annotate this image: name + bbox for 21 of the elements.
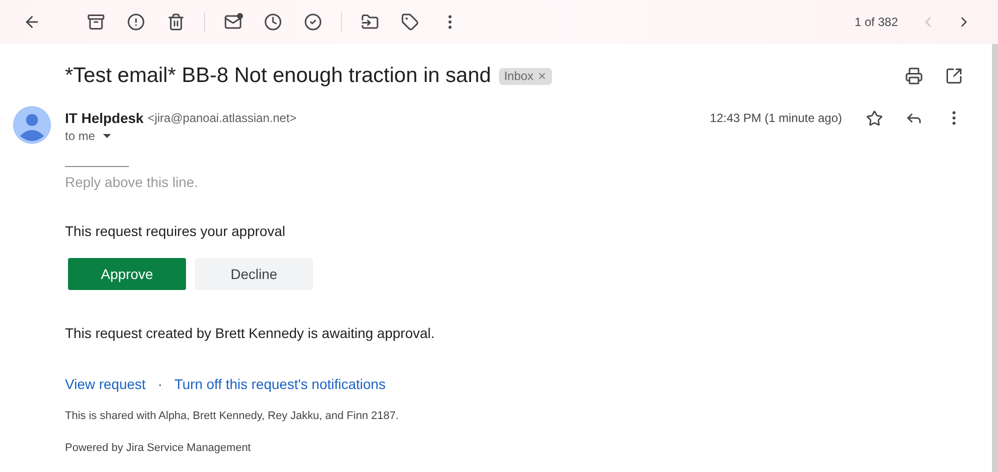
email-time: 12:43 PM (1 minute ago) — [710, 110, 842, 127]
remove-icon[interactable] — [537, 71, 548, 81]
sender-address: <jira@panoai.atlassian.net> — [148, 110, 297, 127]
approve-button[interactable]: Approve — [68, 258, 186, 290]
link-separator: · — [158, 375, 162, 394]
message-counter: 1 of 382 — [854, 14, 898, 31]
footer-note: Powered by Jira Service Management — [65, 440, 252, 456]
notifications-link[interactable]: Turn off this request's notifications — [174, 374, 386, 395]
reply-hint: Reply above this line. — [65, 173, 200, 192]
status-message: This request created by Brett Kennedy is awaiting approval. — [65, 324, 436, 343]
sender-name: IT Helpdesk — [65, 108, 144, 128]
shared-note: This is shared with Alpha, Brett Kennedy, Rey Jakku, and Finn 2187. — [65, 409, 400, 424]
email-subject: *Test email* BB-8 Not enough traction in sand — [65, 63, 492, 90]
avatar-icon — [13, 106, 51, 144]
decline-button[interactable]: Decline — [195, 258, 313, 290]
approval-prompt: This request requires your approval — [65, 222, 286, 241]
caret-icon — [103, 134, 112, 138]
recipient-dropdown[interactable]: to me — [65, 128, 112, 144]
view-request-link[interactable]: View request — [65, 374, 146, 395]
scrollbar[interactable] — [992, 44, 998, 472]
label-chip[interactable]: Inbox — [499, 68, 552, 84]
